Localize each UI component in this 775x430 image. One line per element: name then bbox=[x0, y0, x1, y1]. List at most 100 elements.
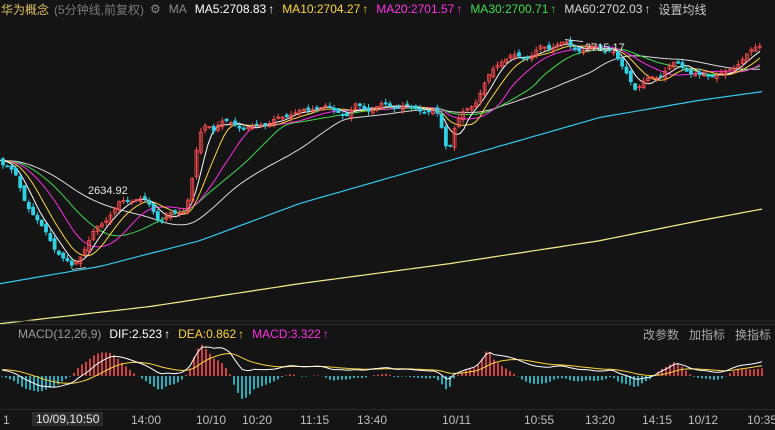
candle-body bbox=[680, 62, 685, 68]
candle-body bbox=[624, 66, 629, 74]
dea-value: DEA:0.862 bbox=[178, 327, 237, 341]
candle-body bbox=[332, 107, 337, 111]
candle-body bbox=[577, 47, 582, 52]
candle-body bbox=[336, 108, 341, 114]
x-tick: 10/11 bbox=[442, 413, 472, 427]
candlestick-chart[interactable] bbox=[0, 0, 775, 429]
ma10-line bbox=[0, 45, 761, 257]
candle-body bbox=[568, 40, 573, 47]
candle-body bbox=[5, 165, 10, 168]
candle-body bbox=[409, 105, 414, 108]
candle-body bbox=[525, 56, 530, 59]
candle-body bbox=[357, 103, 362, 106]
ma-long-yellow-line bbox=[0, 208, 763, 325]
candle-body bbox=[254, 123, 259, 126]
candle-body bbox=[684, 68, 689, 72]
dif-line bbox=[1, 346, 763, 388]
macd-title[interactable]: MACD(12,26,9) bbox=[18, 327, 101, 341]
candle-body bbox=[345, 112, 349, 117]
candle-body bbox=[263, 122, 268, 127]
ma20-line bbox=[0, 46, 761, 248]
candle-body bbox=[439, 113, 444, 128]
candle-body bbox=[547, 44, 551, 50]
candle-body bbox=[52, 238, 57, 250]
candle-body bbox=[443, 126, 448, 147]
candle-body bbox=[211, 125, 216, 132]
high-marker-line bbox=[564, 39, 584, 42]
x-tick: 11:15 bbox=[300, 413, 330, 427]
candle-body bbox=[388, 103, 392, 107]
candle-body bbox=[413, 105, 418, 110]
candle-body bbox=[224, 118, 229, 122]
candle-body bbox=[689, 68, 693, 75]
candle-body bbox=[22, 185, 27, 201]
candle-body bbox=[340, 114, 345, 116]
macd-up-arrow-icon: ↑ bbox=[322, 327, 329, 341]
candle-body bbox=[13, 168, 18, 176]
cursor-time-label: 10/09,10:50 bbox=[32, 412, 104, 426]
x-tick: 10/12 bbox=[688, 413, 719, 427]
candle-body bbox=[147, 200, 152, 205]
switch-indicator-button[interactable]: 换指标 bbox=[735, 326, 771, 343]
candle-body bbox=[435, 107, 440, 114]
candle-body bbox=[125, 200, 130, 202]
candle-body bbox=[31, 206, 36, 216]
candle-body bbox=[521, 57, 526, 60]
dea-up-arrow-icon: ↑ bbox=[238, 327, 245, 341]
x-tick: 13:40 bbox=[357, 413, 388, 427]
candle-body bbox=[327, 105, 332, 108]
candle-body bbox=[57, 250, 61, 255]
candle-body bbox=[573, 47, 577, 50]
candle-body bbox=[676, 61, 680, 64]
candle-body bbox=[48, 233, 53, 242]
candle-body bbox=[366, 107, 371, 112]
candle-body bbox=[422, 111, 427, 114]
candle-body bbox=[26, 201, 31, 210]
candle-body bbox=[306, 107, 311, 111]
candle-body bbox=[65, 258, 70, 262]
candle-body bbox=[155, 211, 160, 221]
candle-body bbox=[362, 105, 367, 110]
candle-body bbox=[1, 158, 5, 166]
candle-body bbox=[241, 127, 246, 130]
change-params-button[interactable]: 改参数 bbox=[643, 326, 679, 343]
candle-body bbox=[383, 102, 388, 105]
candle-body bbox=[44, 224, 48, 233]
candle-body bbox=[517, 52, 521, 57]
x-tick: 10:35 bbox=[747, 413, 775, 427]
candle-body bbox=[396, 106, 401, 109]
axis-first-tick: 1 bbox=[3, 413, 10, 427]
candle-body bbox=[620, 58, 625, 67]
candle-body bbox=[448, 144, 453, 147]
time-axis: 1 10/09,10:50 14:00 10/10 10:20 11:15 13… bbox=[0, 409, 775, 430]
x-tick: 10:20 bbox=[242, 413, 273, 427]
candle-body bbox=[160, 220, 165, 223]
candle-body bbox=[69, 260, 74, 266]
macd-legend-bar: MACD(12,26,9) DIF:2.523 ↑ DEA:0.862 ↑ MA… bbox=[0, 324, 775, 343]
x-tick: 14:00 bbox=[131, 413, 162, 427]
candle-body bbox=[426, 110, 431, 113]
x-tick: 10:55 bbox=[524, 413, 555, 427]
dif-value: DIF:2.523 bbox=[109, 327, 163, 341]
high-price-label: 2715.17 bbox=[585, 42, 625, 54]
candle-body bbox=[392, 106, 397, 109]
candle-body bbox=[697, 71, 702, 76]
candle-body bbox=[284, 114, 289, 118]
candle-body bbox=[61, 252, 66, 259]
low-price-label: 2634.92 bbox=[88, 185, 128, 197]
candle-body bbox=[173, 210, 177, 214]
candle-body bbox=[405, 103, 410, 106]
candle-body bbox=[727, 68, 732, 71]
candle-body bbox=[633, 83, 637, 90]
dif-up-arrow-icon: ↑ bbox=[164, 327, 171, 341]
candle-body bbox=[706, 74, 711, 77]
x-tick: 13:20 bbox=[585, 413, 616, 427]
candle-body bbox=[18, 176, 23, 188]
candle-body bbox=[659, 75, 663, 78]
candle-body bbox=[418, 108, 423, 112]
ma60-line bbox=[0, 55, 761, 226]
candle-body bbox=[39, 219, 44, 227]
candle-body bbox=[151, 203, 156, 213]
add-indicator-button[interactable]: 加指标 bbox=[689, 326, 725, 343]
candle-body bbox=[233, 120, 238, 126]
